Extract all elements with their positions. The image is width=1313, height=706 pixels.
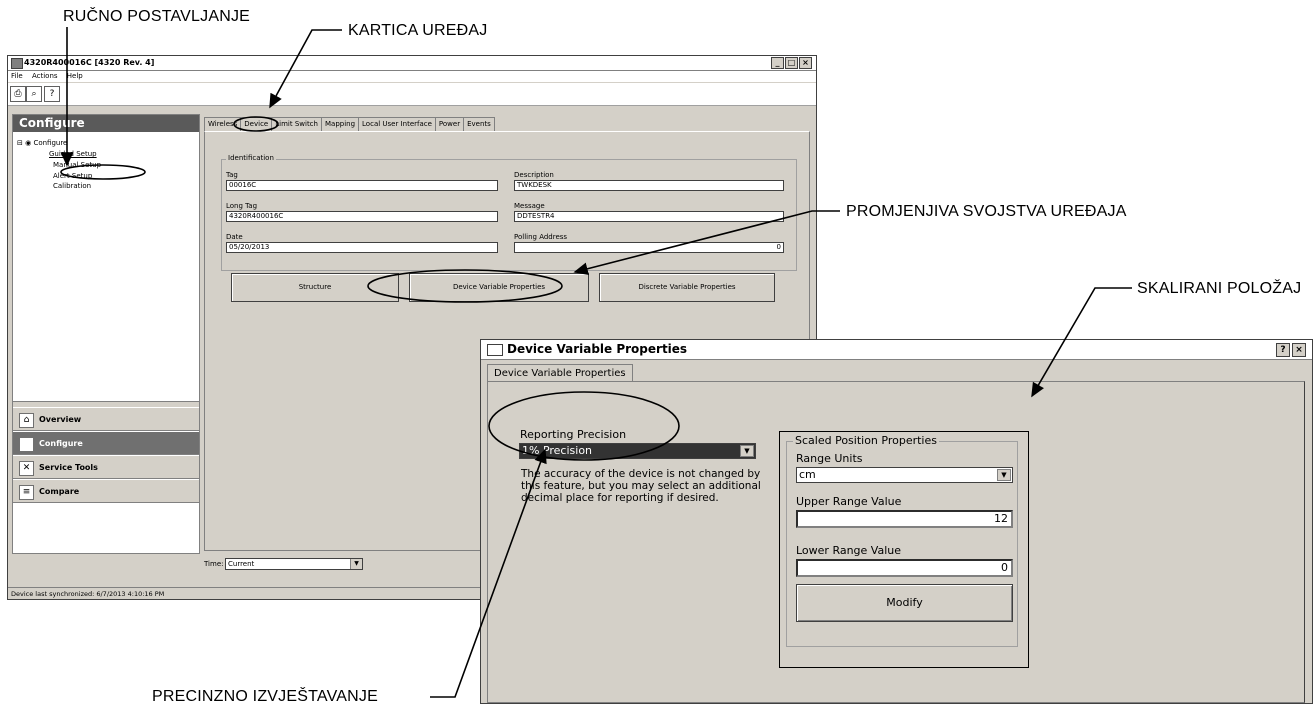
range-units-label: Range Units bbox=[796, 452, 863, 465]
nav-configure[interactable]: ⚙ Configure bbox=[13, 431, 199, 455]
chevron-down-icon[interactable]: ▼ bbox=[997, 469, 1011, 481]
scaled-position-highlight: Scaled Position Properties Range Units c… bbox=[779, 431, 1029, 668]
tree-root-label: Configure bbox=[33, 139, 68, 147]
dialog-icon bbox=[487, 344, 503, 356]
tree-item-calibration[interactable]: Calibration bbox=[53, 182, 91, 190]
discrete-variable-properties-button[interactable]: Discrete Variable Properties bbox=[599, 273, 775, 302]
minimize-icon[interactable]: _ bbox=[771, 57, 784, 69]
compare-icon: ≡ bbox=[19, 485, 34, 500]
main-window-title: 4320R400016C [4320 Rev. 4] bbox=[24, 58, 155, 67]
precision-note-line-2: this feature, but you may select an addi… bbox=[521, 480, 761, 492]
description-label: Description bbox=[514, 171, 554, 179]
nav-overview-label: Overview bbox=[39, 415, 82, 424]
help-icon[interactable]: ? bbox=[1276, 343, 1290, 357]
time-select-value: Current bbox=[228, 560, 255, 568]
time-row: Time: bbox=[204, 560, 224, 568]
tab-events[interactable]: Events bbox=[463, 117, 495, 132]
precision-note-line-3: decimal place for reporting if desired. bbox=[521, 492, 719, 504]
left-panel: Configure ⊟ ◉ Configure Guided Setup Man… bbox=[12, 114, 200, 554]
print-preview-icon[interactable]: ⌕ bbox=[26, 86, 42, 102]
tab-wireless[interactable]: Wireless bbox=[204, 117, 242, 132]
dialog-title: Device Variable Properties bbox=[507, 342, 688, 356]
long-tag-label: Long Tag bbox=[226, 202, 258, 210]
time-select[interactable]: Current ▼ bbox=[225, 558, 363, 570]
chevron-down-icon[interactable]: ▼ bbox=[350, 559, 362, 569]
upper-range-label: Upper Range Value bbox=[796, 495, 902, 508]
message-field[interactable]: DDTESTR4 bbox=[514, 211, 784, 222]
scaled-position-group: Scaled Position Properties Range Units c… bbox=[786, 434, 1018, 647]
callout-manual-setup: RUČNO POSTAVLJANJE bbox=[63, 8, 251, 25]
app-icon bbox=[11, 58, 23, 69]
dialog-title-bar: Device Variable Properties ? × bbox=[481, 340, 1312, 360]
dialog-close-icon[interactable]: × bbox=[1292, 343, 1306, 357]
nav-compare-label: Compare bbox=[39, 487, 80, 496]
tag-field[interactable]: 00016C bbox=[226, 180, 498, 191]
tag-label: Tag bbox=[226, 171, 238, 179]
gear-icon: ⚙ bbox=[19, 437, 34, 452]
tree-item-alert-setup[interactable]: Alert Setup bbox=[53, 172, 92, 180]
tools-icon: ✕ bbox=[19, 461, 34, 476]
tab-limit-switch[interactable]: Limit Switch bbox=[271, 117, 322, 132]
lower-range-field[interactable]: 0 bbox=[796, 559, 1013, 577]
menu-actions[interactable]: Actions bbox=[32, 72, 58, 80]
tree-root[interactable]: ⊟ ◉ Configure bbox=[17, 139, 67, 147]
reporting-precision-value: 1% Precision bbox=[522, 444, 593, 457]
callout-scaled-position: SKALIRANI POLOŽAJ bbox=[1137, 280, 1302, 297]
callout-device-tab: KARTICA UREĐAJ bbox=[348, 22, 488, 39]
reporting-precision-select[interactable]: 1% Precision ▼ bbox=[519, 443, 756, 459]
dialog-body: Reporting Precision 1% Precision ▼ The a… bbox=[487, 381, 1305, 703]
toolbar: ⎙ ⌕ ? bbox=[8, 83, 816, 106]
main-title-bar: 4320R400016C [4320 Rev. 4] _ □ × bbox=[8, 56, 816, 71]
date-label: Date bbox=[226, 233, 243, 241]
close-icon[interactable]: × bbox=[799, 57, 812, 69]
polling-address-label: Polling Address bbox=[514, 233, 568, 241]
identification-group: Identification Tag 00016C Description TW… bbox=[221, 154, 797, 271]
menu-file[interactable]: File bbox=[11, 72, 23, 80]
range-units-select[interactable]: cm ▼ bbox=[796, 467, 1013, 483]
tree-item-guided-setup[interactable]: Guided Setup bbox=[49, 150, 97, 158]
nav-configure-label: Configure bbox=[39, 439, 83, 448]
nav-service-tools[interactable]: ✕ Service Tools bbox=[13, 455, 199, 479]
nav-compare[interactable]: ≡ Compare bbox=[13, 479, 199, 503]
long-tag-field[interactable]: 4320R400016C bbox=[226, 211, 498, 222]
maximize-icon[interactable]: □ bbox=[785, 57, 798, 69]
help-pointer-icon[interactable]: ? bbox=[44, 86, 60, 102]
status-text: Device last synchronized: 6/7/2013 4:10:… bbox=[11, 590, 165, 598]
structure-button[interactable]: Structure bbox=[231, 273, 399, 302]
tree-item-manual-setup[interactable]: Manual Setup bbox=[53, 161, 101, 169]
identification-label: Identification bbox=[226, 154, 276, 162]
nav-service-tools-label: Service Tools bbox=[39, 463, 98, 472]
description-field[interactable]: TWKDESK bbox=[514, 180, 784, 191]
scaled-position-label: Scaled Position Properties bbox=[793, 434, 939, 447]
panel-title: Configure bbox=[13, 115, 199, 132]
tab-power[interactable]: Power bbox=[434, 117, 465, 132]
print-icon[interactable]: ⎙ bbox=[10, 86, 26, 102]
device-variable-properties-dialog: Device Variable Properties ? × Device Va… bbox=[480, 339, 1313, 704]
nav-overview[interactable]: ⌂ Overview bbox=[13, 407, 199, 431]
menu-help[interactable]: Help bbox=[67, 72, 83, 80]
chevron-down-icon[interactable]: ▼ bbox=[740, 445, 754, 457]
upper-range-field[interactable]: 12 bbox=[796, 510, 1013, 528]
range-units-value: cm bbox=[799, 468, 816, 481]
tab-device-variable-properties[interactable]: Device Variable Properties bbox=[487, 364, 633, 382]
reporting-precision-label: Reporting Precision bbox=[520, 428, 627, 441]
callout-reporting-precision: PRECINZNO IZVJEŠTAVANJE bbox=[152, 688, 378, 705]
modify-button[interactable]: Modify bbox=[796, 584, 1013, 622]
tab-strip: Wireless Device Limit Switch Mapping Loc… bbox=[204, 117, 495, 132]
tab-local-user-interface[interactable]: Local User Interface bbox=[358, 117, 436, 132]
precision-note-line-1: The accuracy of the device is not change… bbox=[521, 468, 761, 480]
lower-range-label: Lower Range Value bbox=[796, 544, 902, 557]
message-label: Message bbox=[514, 202, 545, 210]
precision-note: The accuracy of the device is not change… bbox=[521, 468, 761, 504]
tab-device[interactable]: Device bbox=[240, 117, 273, 132]
polling-address-field[interactable]: 0 bbox=[514, 242, 784, 253]
menu-bar: File Actions Help bbox=[8, 71, 816, 82]
time-label: Time: bbox=[204, 560, 224, 568]
device-variable-properties-button[interactable]: Device Variable Properties bbox=[409, 273, 589, 302]
home-icon: ⌂ bbox=[19, 413, 34, 428]
date-field[interactable]: 05/20/2013 bbox=[226, 242, 498, 253]
tab-mapping[interactable]: Mapping bbox=[320, 117, 360, 132]
callout-device-variable-properties: PROMJENJIVA SVOJSTVA UREĐAJA bbox=[846, 203, 1127, 220]
